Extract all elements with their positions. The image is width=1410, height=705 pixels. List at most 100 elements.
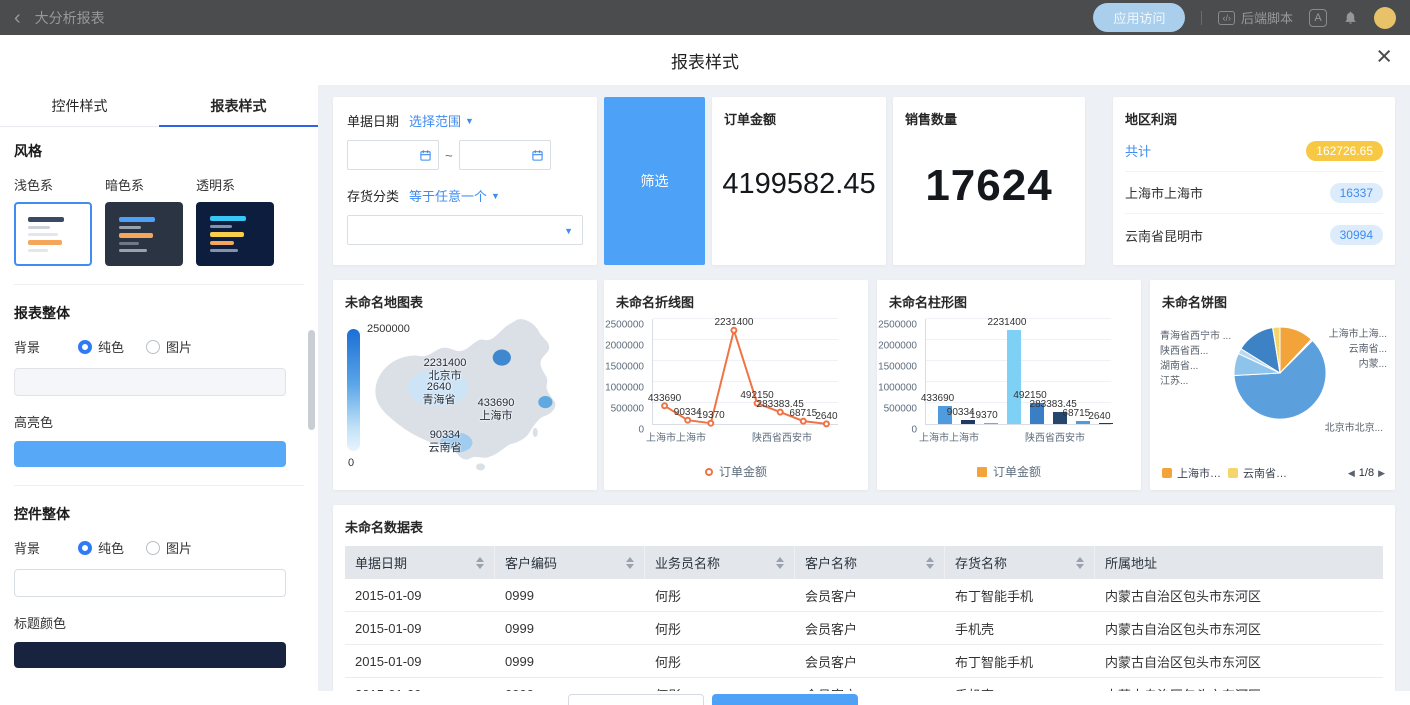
style-thumb-light[interactable]	[14, 202, 92, 266]
order-amount-value: 4199582.45	[712, 168, 886, 201]
line-chart[interactable]: 05000001000000150000020000002500000 4336…	[604, 315, 868, 461]
date-from-input[interactable]	[347, 140, 439, 170]
pie-chart-title: 未命名饼图	[1150, 280, 1395, 311]
widget-bg-image-radio[interactable]: 图片	[146, 538, 192, 557]
data-label: 2231400	[714, 317, 753, 328]
data-label: 433690	[921, 393, 954, 404]
table-row[interactable]: 2015-01-090999何彤会员客户布丁智能手机内蒙古自治区包头市东河区	[345, 645, 1383, 678]
tab-report-style[interactable]: 报表样式	[159, 85, 318, 126]
table-header-row: 单据日期客户编码业务员名称客户名称存货名称所属地址	[345, 546, 1383, 579]
app-access-button[interactable]: 应用访问	[1093, 3, 1185, 32]
column-header[interactable]: 单据日期	[345, 546, 495, 579]
topbar: ‹ 大分析报表 应用访问 ‹/› 后端脚本 A	[0, 0, 1410, 35]
pie-chart[interactable]: 青海省西宁市 ...陕西省西...湖南省...江苏... 上海市上海...云南省…	[1150, 313, 1395, 441]
region-row-label: 共计	[1125, 141, 1151, 160]
table-row[interactable]: 2015-01-090999何彤会员客户布丁智能手机内蒙古自治区包头市东河区	[345, 579, 1383, 612]
report-bg-solid-radio[interactable]: 纯色	[78, 337, 124, 356]
confirm-button[interactable]	[712, 694, 858, 705]
column-header[interactable]: 客户名称	[795, 546, 945, 579]
sort-icon[interactable]	[776, 557, 784, 569]
category-operator-dropdown[interactable]: 等于任意一个 ▼	[409, 186, 500, 205]
style-thumb-dark[interactable]	[105, 202, 183, 266]
date-to-input[interactable]	[459, 140, 551, 170]
widget-bg-input[interactable]	[14, 569, 286, 597]
legend-pager: ◀ 1/8 ▶	[1348, 467, 1385, 479]
legend-square-icon	[1228, 468, 1238, 478]
filter-button[interactable]: 筛选	[604, 97, 705, 265]
bar-legend[interactable]: 订单金额	[877, 463, 1141, 480]
bar-chart[interactable]: 05000001000000150000020000002500000 4336…	[877, 315, 1141, 461]
backend-script-button[interactable]: ‹/› 后端脚本	[1218, 8, 1293, 27]
map-chart-card: 未命名地图表 2500000 0	[333, 280, 597, 490]
region-row-badge: 30994	[1330, 225, 1383, 245]
data-label: 2231400	[987, 317, 1026, 328]
translate-icon[interactable]: A	[1309, 9, 1327, 27]
style-thumb-transparent[interactable]	[196, 202, 274, 266]
data-table: 单据日期客户编码业务员名称客户名称存货名称所属地址 2015-01-090999…	[345, 546, 1383, 705]
sort-icon[interactable]	[626, 557, 634, 569]
data-table-card: 未命名数据表 单据日期客户编码业务员名称客户名称存货名称所属地址 2015-01…	[333, 505, 1395, 705]
china-map[interactable]	[367, 313, 585, 473]
legend-square-icon	[977, 467, 987, 477]
report-bg-input[interactable]	[14, 368, 286, 396]
category-filter-label: 存货分类	[347, 186, 399, 205]
bar	[1099, 423, 1113, 425]
table-row[interactable]: 2015-01-090999何彤会员客户手机壳内蒙古自治区包头市东河区	[345, 612, 1383, 645]
caret-down-icon: ▼	[564, 226, 573, 236]
table-cell: 内蒙古自治区包头市东河区	[1095, 586, 1383, 605]
style-thumbnails	[14, 202, 304, 266]
date-operator-dropdown[interactable]: 选择范围 ▼	[409, 111, 474, 130]
tab-widget-style[interactable]: 控件样式	[0, 85, 159, 126]
region-row-label: 云南省昆明市	[1125, 226, 1203, 245]
table-cell: 0999	[495, 588, 645, 603]
style-option-label: 透明系	[196, 175, 274, 194]
modal-header: 报表样式 ×	[0, 35, 1410, 85]
pager-prev-icon[interactable]: ◀	[1348, 468, 1355, 479]
report-bg-label: 背景	[14, 337, 78, 356]
cancel-button[interactable]	[568, 694, 704, 705]
data-label: 68715	[789, 408, 817, 419]
highlight-color-swatch[interactable]	[14, 441, 286, 467]
column-header[interactable]: 业务员名称	[645, 546, 795, 579]
avatar[interactable]	[1374, 7, 1396, 29]
data-label: 2640	[1088, 411, 1110, 422]
highlight-color-label: 高亮色	[14, 412, 304, 431]
back-icon[interactable]: ‹	[14, 8, 21, 28]
sales-qty-card: 销售数量 17624	[893, 97, 1085, 265]
column-header[interactable]: 客户编码	[495, 546, 645, 579]
legend-label: 订单金额	[719, 463, 767, 480]
sort-icon[interactable]	[926, 557, 934, 569]
bell-icon[interactable]	[1343, 10, 1358, 25]
radio-dot-icon	[146, 541, 160, 555]
pager-next-icon[interactable]: ▶	[1378, 468, 1385, 479]
table-cell: 内蒙古自治区包头市东河区	[1095, 652, 1383, 671]
close-icon[interactable]: ×	[1376, 43, 1392, 70]
table-cell: 2015-01-09	[345, 588, 495, 603]
data-label: 19370	[970, 410, 998, 421]
table-cell: 会员客户	[795, 619, 945, 638]
title-color-swatch[interactable]	[14, 642, 286, 668]
bar-x-axis: 上海市上海市 陕西省西安市	[925, 429, 1111, 443]
column-header[interactable]: 存货名称	[945, 546, 1095, 579]
pie-chart-card: 未命名饼图 青海省西宁市 ...陕西省西...湖南省...江苏... 上海市上海…	[1150, 280, 1395, 490]
sidebar-scrollbar[interactable]	[308, 330, 315, 430]
map-legend-min: 0	[348, 457, 354, 469]
style-option-label: 浅色系	[14, 175, 92, 194]
region-profit-title: 地区利润	[1113, 97, 1395, 128]
table-cell: 何彤	[645, 619, 795, 638]
sort-icon[interactable]	[1076, 557, 1084, 569]
pager-page: 1/8	[1359, 467, 1374, 479]
sales-qty-value: 17624	[893, 161, 1085, 211]
line-chart-card: 未命名折线图 050000010000001500000200000025000…	[604, 280, 868, 490]
line-legend[interactable]: 订单金额	[604, 463, 868, 480]
sort-icon[interactable]	[476, 557, 484, 569]
widget-bg-solid-radio[interactable]: 纯色	[78, 538, 124, 557]
legend-label[interactable]: 上海市上海市	[1177, 465, 1223, 481]
report-bg-image-radio[interactable]: 图片	[146, 337, 192, 356]
line-chart-title: 未命名折线图	[604, 280, 868, 311]
table-cell: 何彤	[645, 586, 795, 605]
category-select[interactable]: ▼	[347, 215, 583, 245]
date-filter-label: 单据日期	[347, 111, 399, 130]
legend-label[interactable]: 云南省昆明市	[1243, 465, 1289, 481]
date-operator-value: 选择范围	[409, 111, 461, 130]
